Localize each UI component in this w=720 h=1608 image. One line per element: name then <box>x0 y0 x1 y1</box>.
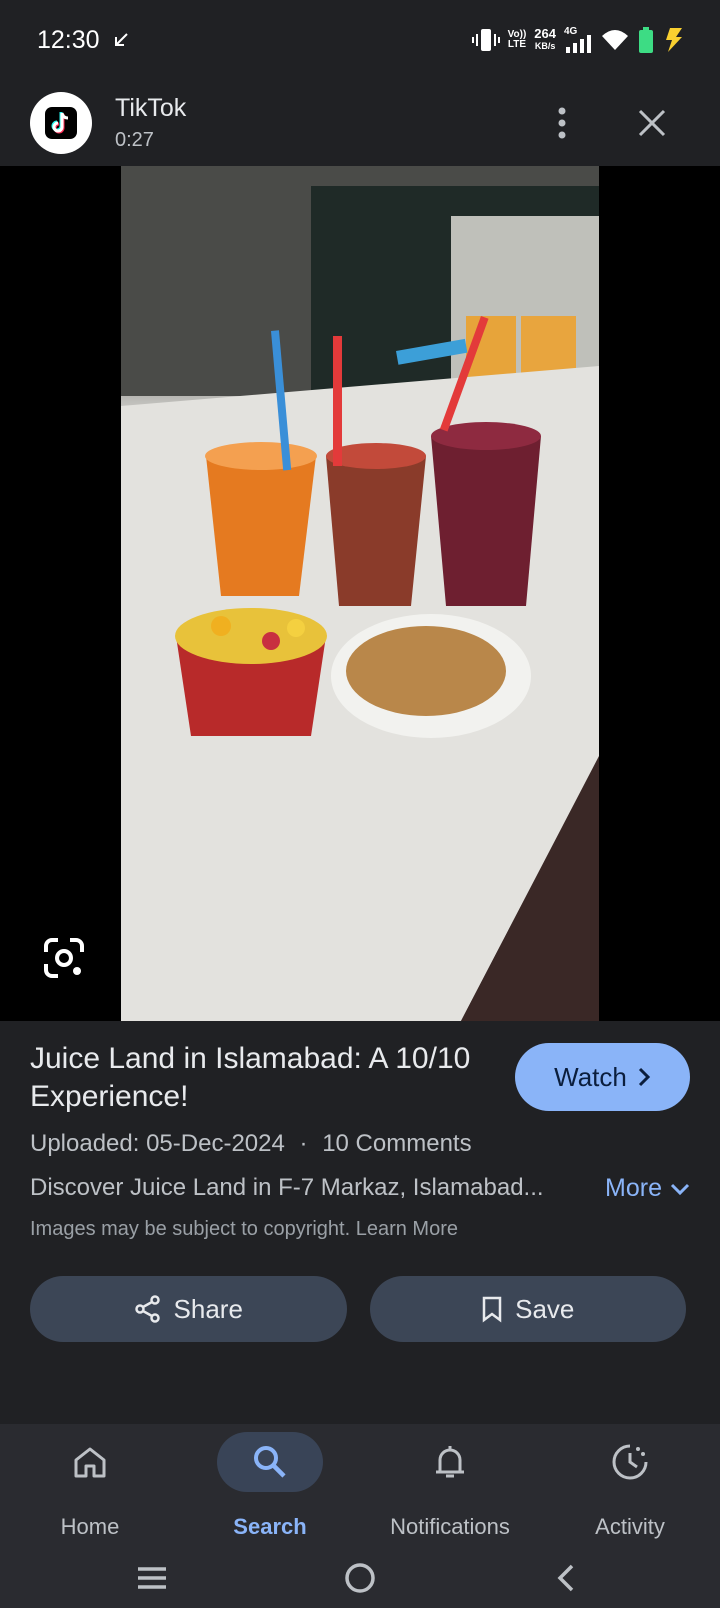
action-buttons: Share Save <box>30 1276 686 1342</box>
nav-notifications-label: Notifications <box>390 1514 510 1539</box>
lens-icon <box>44 938 84 978</box>
more-options-button[interactable] <box>538 99 586 147</box>
status-icons: Vo)) LTE 264 KB/s 4G <box>471 27 684 53</box>
source-name: TikTok <box>115 94 187 122</box>
more-label: More <box>605 1174 662 1202</box>
save-label: Save <box>515 1293 575 1324</box>
nav-activity[interactable]: Activity <box>540 1424 720 1548</box>
network-speed-value: 264 <box>534 26 556 41</box>
comment-count: 10 Comments <box>322 1130 472 1157</box>
close-icon <box>638 109 666 137</box>
upload-date: Uploaded: 05-Dec-2024 <box>30 1130 285 1157</box>
home-circle-icon[interactable] <box>338 1556 382 1600</box>
back-icon[interactable] <box>546 1556 590 1600</box>
system-nav-bar <box>0 1548 720 1608</box>
nav-search[interactable]: Search <box>180 1424 360 1548</box>
charging-icon <box>666 28 682 52</box>
result-description: Discover Juice Land in F-7 Markaz, Islam… <box>30 1174 544 1201</box>
bottom-nav: Home Search Notifications Activity <box>0 1424 720 1548</box>
battery-icon <box>639 27 653 53</box>
volte-indicator: Vo)) LTE <box>507 29 527 50</box>
status-time: 12:30 <box>37 25 100 54</box>
activity-icon <box>612 1444 648 1480</box>
chevron-down-icon <box>670 1183 690 1195</box>
result-meta: Uploaded: 05-Dec-2024 · 10 Comments <box>30 1130 472 1158</box>
nav-notifications[interactable]: Notifications <box>360 1424 540 1548</box>
tiktok-logo-icon <box>51 112 69 134</box>
nav-search-label: Search <box>233 1514 307 1539</box>
nav-home[interactable]: Home <box>0 1424 180 1548</box>
network-speed-unit: KB/s <box>534 41 556 51</box>
search-icon <box>254 1446 286 1478</box>
more-vert-icon <box>558 107 566 139</box>
share-button[interactable]: Share <box>30 1276 347 1342</box>
result-title: Juice Land in Islamabad: A 10/10 Experie… <box>30 1042 471 1113</box>
nav-activity-label: Activity <box>595 1514 665 1539</box>
watch-button[interactable]: Watch <box>515 1043 690 1111</box>
media-viewer[interactable] <box>0 166 720 1021</box>
vibrate-icon <box>471 29 500 51</box>
chevron-right-icon <box>638 1067 650 1087</box>
recents-menu-icon[interactable] <box>130 1556 174 1600</box>
home-icon <box>74 1447 106 1478</box>
save-button[interactable]: Save <box>369 1276 686 1342</box>
source-avatar[interactable] <box>30 92 92 154</box>
status-bar: 12:30 Vo)) LTE 264 KB/s 4G <box>0 0 720 80</box>
more-button[interactable]: More <box>599 1174 690 1203</box>
viewer-header: TikTok 0:27 <box>0 80 720 166</box>
signal-icon: 4G <box>564 27 592 53</box>
meta-separator: · <box>299 1130 308 1157</box>
nav-home-label: Home <box>60 1514 120 1539</box>
food-photo-illustration <box>121 166 599 1021</box>
bell-icon <box>436 1446 464 1478</box>
learn-more-link[interactable]: Learn More <box>356 1218 458 1240</box>
copyright-text: Images may be subject to copyright. <box>30 1218 351 1240</box>
video-thumbnail[interactable] <box>121 166 599 1021</box>
bookmark-icon <box>482 1296 502 1323</box>
share-label: Share <box>173 1293 243 1324</box>
google-lens-button[interactable] <box>40 934 88 982</box>
close-button[interactable] <box>628 99 676 147</box>
video-duration: 0:27 <box>115 129 154 151</box>
network-speed: 264 KB/s <box>534 27 556 53</box>
download-arrow-icon <box>114 33 128 46</box>
share-icon <box>134 1295 160 1323</box>
wifi-icon <box>602 30 628 50</box>
copyright-notice: Images may be subject to copyright. Lear… <box>30 1218 458 1241</box>
watch-label: Watch <box>554 1061 627 1092</box>
